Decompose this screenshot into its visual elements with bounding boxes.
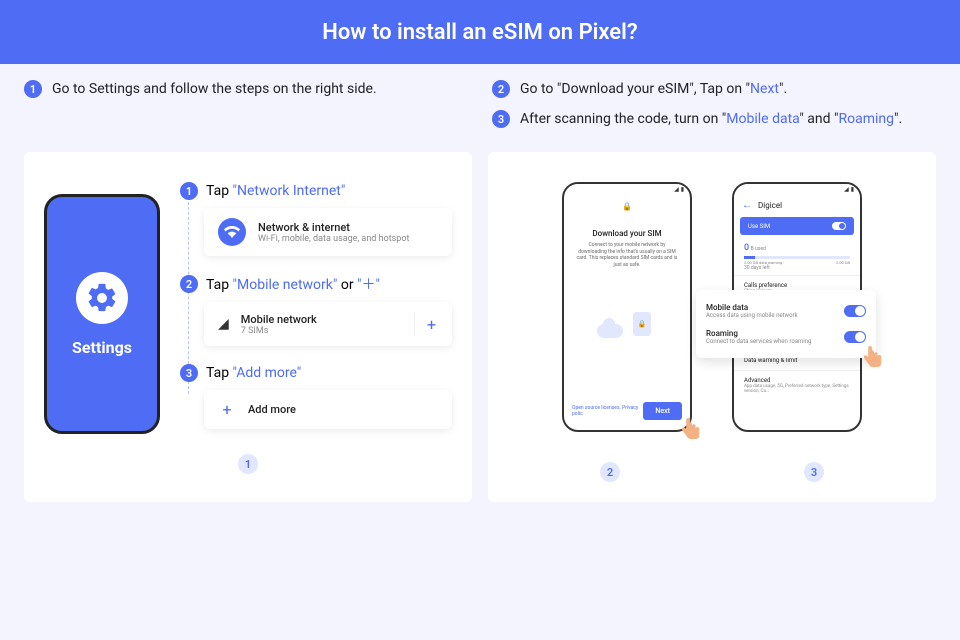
panel-number-badge: 3 [804,462,824,482]
step-number-badge: 1 [180,182,198,200]
instruction-text: Go to Settings and follow the steps on t… [52,81,377,97]
statusbar: ◢▮ [734,184,860,194]
toggles-overlay-card: Mobile data Access data using mobile net… [696,290,876,358]
signal-icon: ◢ [218,316,229,332]
use-sim-row[interactable]: Use SIM [740,217,854,235]
download-title: Download your SIM [564,229,690,238]
toggle-switch[interactable] [844,331,866,343]
panels-row: Settings 1 Tap "Network Internet" Networ… [0,140,960,526]
card-title: Network & internet [258,221,409,234]
gear-icon [76,272,128,324]
mobile-network-card[interactable]: ◢ Mobile network 7 SIMs + [204,302,452,346]
carrier-title: Digicel [758,201,782,210]
roaming-toggle-row[interactable]: Roaming Connect to data services when ro… [706,324,866,350]
instruction-3: 3 After scanning the code, turn on "Mobi… [492,110,936,128]
page-title: How to install an eSIM on Pixel? [322,20,637,45]
instructions-row: 1 Go to Settings and follow the steps on… [0,64,960,140]
statusbar: ◢▮ [564,184,690,194]
network-internet-card[interactable]: Network & internet Wi-Fi, mobile, data u… [204,208,452,256]
plus-icon[interactable]: + [414,312,438,336]
substep-text: Tap "Add more" [206,365,301,381]
step-number-badge: 2 [180,275,198,293]
substep-2: 2 Tap "Mobile network" or "＋" ◢ Mobile n… [180,274,452,346]
add-more-card[interactable]: + Add more [204,390,452,429]
sim-illustration: 🔒 [597,312,657,342]
instruction-text: Go to "Download your eSIM", Tap on "Next… [520,81,787,97]
substep-text: Tap "Network Internet" [206,183,345,199]
licenses-link[interactable]: Open source licenses. Privacy polic [572,405,643,417]
substep-text: Tap "Mobile network" or "＋" [206,274,380,294]
next-button[interactable]: Next [643,402,682,420]
substep-1: 1 Tap "Network Internet" Network & inter… [180,182,452,256]
plus-icon: + [218,400,236,419]
step-number-badge: 3 [492,110,510,128]
panel-number-badge: 1 [238,454,258,474]
card-subtitle: 7 SIMs [241,326,317,336]
settings-label: Settings [72,338,132,357]
card-title: Mobile network [241,313,317,326]
panel-number-badge: 2 [600,462,620,482]
download-sim-phone-mock: ◢▮ 🔒 Download your SIM Connect to your m… [562,182,692,432]
wifi-icon [218,218,246,246]
step-number-badge: 2 [492,80,510,98]
advanced-row[interactable]: Advanced App data usage, 5G, Preferred n… [734,370,860,400]
instruction-text: After scanning the code, turn on "Mobile… [520,111,902,127]
header: How to install an eSIM on Pixel? [0,0,960,64]
back-arrow-icon[interactable]: ← [742,200,752,211]
settings-phone-mock: Settings [44,194,160,434]
panel-2: ◢▮ 🔒 Download your SIM Connect to your m… [488,152,936,502]
panel-1: Settings 1 Tap "Network Internet" Networ… [24,152,472,502]
toggle-switch[interactable] [844,305,866,317]
instruction-1: 1 Go to Settings and follow the steps on… [24,80,468,98]
data-usage-block: 0 B used 2.00 GB data warning2.00 GB 30 … [734,239,860,275]
step-number-badge: 1 [24,80,42,98]
toggle-switch[interactable] [832,222,846,230]
card-title: Add more [248,403,296,416]
instruction-2: 2 Go to "Download your eSIM", Tap on "Ne… [492,80,936,98]
substep-3: 3 Tap "Add more" + Add more [180,364,452,429]
card-subtitle: Wi-Fi, mobile, data usage, and hotspot [258,234,409,244]
download-subtitle: Connect to your mobile network by downlo… [564,238,690,272]
mobile-data-toggle-row[interactable]: Mobile data Access data using mobile net… [706,298,866,324]
lock-icon: 🔒 [564,202,690,211]
step-number-badge: 3 [180,364,198,382]
